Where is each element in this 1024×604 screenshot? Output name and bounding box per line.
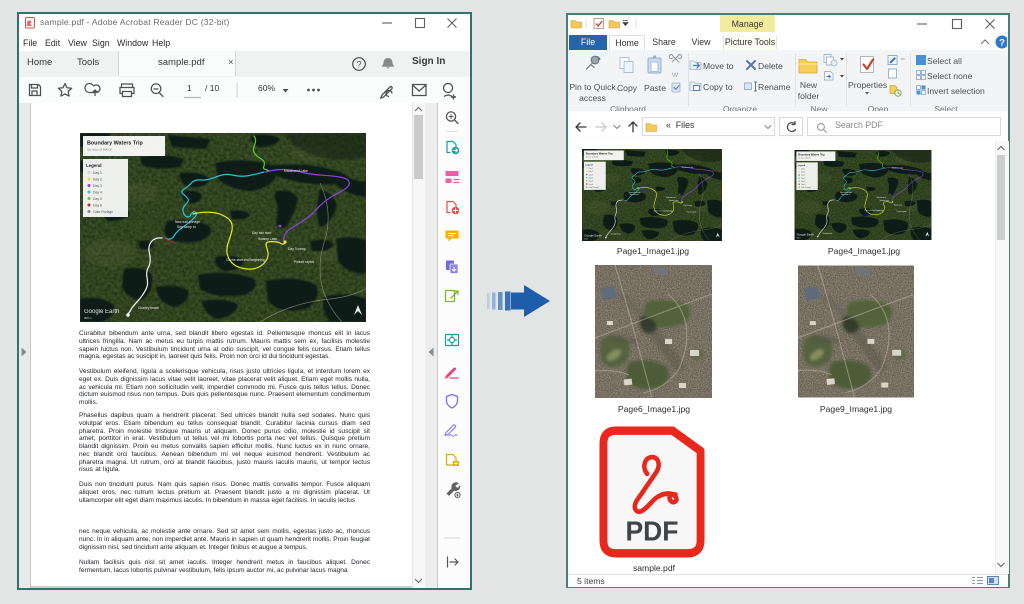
svg-text:?: ? xyxy=(356,59,361,69)
svg-text:W: W xyxy=(672,72,679,79)
svg-text:?: ? xyxy=(999,38,1005,49)
